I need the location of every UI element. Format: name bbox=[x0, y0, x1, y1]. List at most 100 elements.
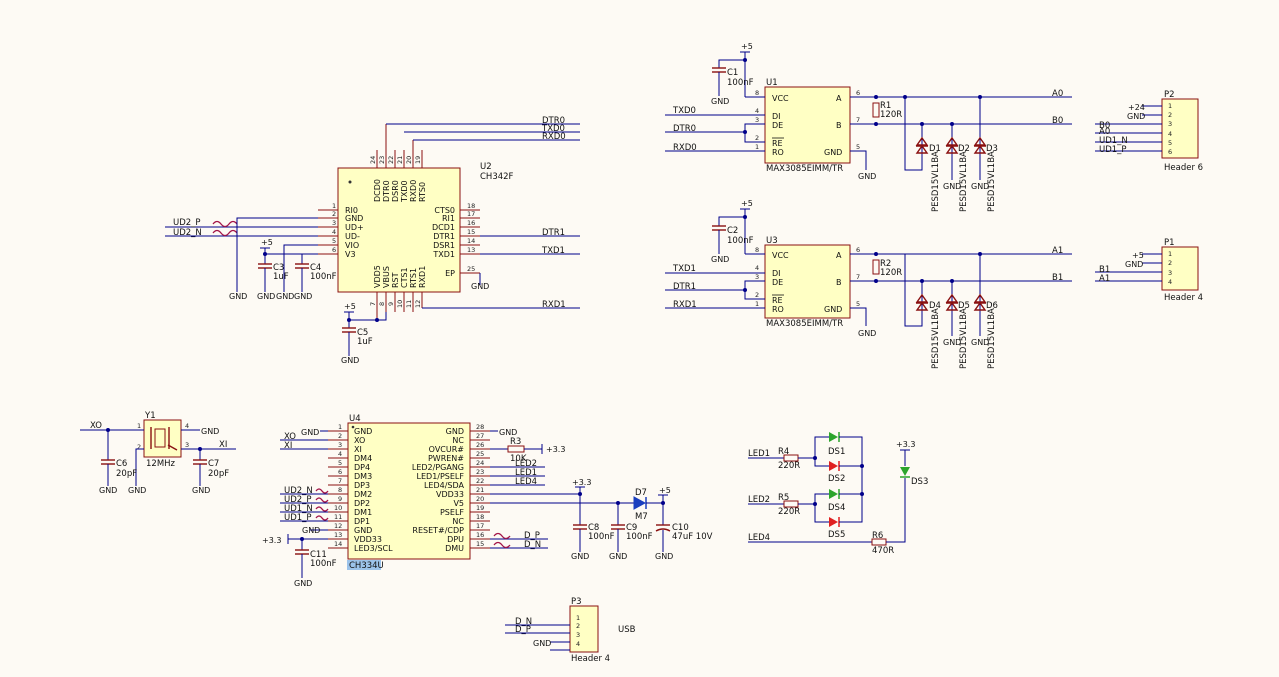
net-led4: LED4 bbox=[748, 533, 770, 543]
u4-pin-num: 15 bbox=[476, 540, 484, 548]
ic-u3-max3085[interactable]: U3 MAX3085EIMM/TR VCC DI DE RE RO A B GN… bbox=[755, 236, 860, 329]
u4-pin-name: NC bbox=[452, 517, 464, 526]
ds5-ref: DS5 bbox=[828, 530, 845, 540]
u2-pin-name: GND bbox=[345, 214, 363, 223]
header-p2[interactable]: P2 Header 6 1 2 3 4 5 6 +24 GND B0 A0 UD… bbox=[1095, 90, 1203, 173]
led-ds5 bbox=[829, 517, 838, 527]
net-ud1p: UD1_P bbox=[1099, 145, 1127, 155]
u4-pin-num: 1 bbox=[338, 423, 342, 431]
u1-pin-num: 8 bbox=[755, 89, 759, 97]
u4-pin-name: GND bbox=[354, 427, 372, 436]
u2-pin-num: 1 bbox=[332, 202, 336, 210]
ds4-ref: DS4 bbox=[828, 503, 845, 513]
u2-pin-name: TXD1 bbox=[432, 250, 455, 259]
p2-ref: P2 bbox=[1164, 90, 1175, 100]
svg-text:2: 2 bbox=[137, 443, 141, 451]
net-rxd0: RXD0 bbox=[542, 132, 566, 142]
u2-pin-num: 7 bbox=[369, 302, 377, 306]
u2-pin-num: 24 bbox=[369, 156, 377, 164]
u4-pin-name: LED4/SDA bbox=[424, 481, 465, 490]
gnd-label: GND bbox=[971, 182, 989, 191]
u3-part: MAX3085EIMM/TR bbox=[766, 319, 843, 329]
c6-val: 20pF bbox=[116, 469, 137, 479]
u2-pin-name: TXD0 bbox=[400, 180, 409, 203]
crystal-y1[interactable]: Y1 12MHz 1 2 4 3 bbox=[137, 411, 189, 469]
u4-pin-num: 23 bbox=[476, 468, 484, 476]
pwr-3v3: +3.3 bbox=[896, 440, 915, 449]
schematic-canvas: U2 CH342F 1 2 3 4 5 6 RI0 GND UD+ UD- VI… bbox=[80, 42, 1203, 664]
c2-ref: C2 bbox=[727, 226, 738, 236]
net-b1: B1 bbox=[1052, 273, 1063, 283]
u2-pin-num: 11 bbox=[405, 300, 413, 308]
net-dtr1: DTR1 bbox=[673, 282, 696, 292]
c10-val: 47uF 10V bbox=[672, 532, 713, 542]
u4-pin-name: DP2 bbox=[354, 499, 370, 508]
u2-pin-name: RXD0 bbox=[409, 180, 418, 202]
c2-val: 100nF bbox=[727, 236, 754, 246]
pwr-5v: +5 bbox=[741, 199, 753, 208]
net-xi: XI bbox=[219, 440, 227, 450]
gnd-label: GND bbox=[229, 292, 247, 301]
c8-val: 100nF bbox=[588, 532, 615, 542]
u2-pin-num: 23 bbox=[378, 156, 386, 164]
u1-pin-num: 2 bbox=[755, 134, 759, 142]
u4-pin-num: 18 bbox=[476, 513, 484, 521]
u1-pin-name: B bbox=[836, 121, 842, 130]
u2-pin-num: 13 bbox=[467, 246, 475, 254]
u3-pin-num: 1 bbox=[755, 300, 759, 308]
u2-pin-num: 22 bbox=[387, 156, 395, 164]
net-led2: LED2 bbox=[748, 495, 770, 505]
pwr-24v: +24 bbox=[1128, 103, 1145, 112]
u2-pin-name: DCD1 bbox=[432, 223, 455, 232]
u3-pin-name: GND bbox=[824, 305, 842, 314]
net-ud2p: UD2_P bbox=[173, 218, 201, 228]
u2-pin-num: 5 bbox=[332, 237, 336, 245]
p2-pin: 1 bbox=[1168, 102, 1172, 110]
net-dn: D_N bbox=[524, 540, 541, 550]
u4-pin-name: DM4 bbox=[354, 454, 372, 463]
r6-val: 470R bbox=[872, 546, 894, 556]
gnd-label: GND bbox=[1125, 260, 1143, 269]
u1-pin-num: 3 bbox=[755, 116, 759, 124]
u2-pin-num: 21 bbox=[396, 156, 404, 164]
u4-pin-num: 17 bbox=[476, 522, 484, 530]
ic-u4-ch334u[interactable]: U4 CH334U 1 2 3 4 5 6 7 8 9 10 11 12 13 … bbox=[328, 414, 490, 571]
u4-pin-name: PWREN# bbox=[428, 454, 464, 463]
net-dp: D_P bbox=[515, 625, 531, 635]
u4-pin-name: GND bbox=[354, 526, 372, 535]
u4-pin-num: 19 bbox=[476, 504, 484, 512]
net-xo: XO bbox=[90, 421, 102, 431]
u2-pin-num: 18 bbox=[467, 202, 475, 210]
u2-pin-num: 20 bbox=[405, 156, 413, 164]
u2-pin-num: 19 bbox=[414, 156, 422, 164]
u2-pin-name: V3 bbox=[345, 250, 356, 259]
u4-part: CH334U bbox=[349, 561, 384, 571]
gnd-label: GND bbox=[257, 292, 275, 301]
u1-pin-name: RO bbox=[772, 148, 784, 157]
d7-val: M7 bbox=[635, 512, 648, 522]
c6-ref: C6 bbox=[116, 459, 127, 469]
u2-pin-num: 6 bbox=[332, 246, 336, 254]
c1-val: 100nF bbox=[727, 78, 754, 88]
p2-pin: 5 bbox=[1168, 139, 1172, 147]
u1-pin-num: 7 bbox=[856, 116, 860, 124]
gnd-label: GND bbox=[192, 486, 210, 495]
ic-u1-max3085[interactable]: U1 MAX3085EIMM/TR VCC DI DE RE RO A B GN… bbox=[755, 78, 860, 174]
p3-label: Header 4 bbox=[571, 654, 610, 664]
net-xi: XI bbox=[284, 441, 292, 451]
u3-pin-num: 6 bbox=[856, 246, 860, 254]
net-ud2n: UD2_N bbox=[173, 228, 202, 238]
header-p1[interactable]: P1 Header 4 1 2 3 4 +5 GND B1 A1 bbox=[1095, 238, 1203, 303]
p3-pin: 4 bbox=[576, 640, 580, 648]
u2-pin-num: 2 bbox=[332, 210, 336, 218]
gnd-label: GND bbox=[858, 329, 876, 338]
r5-val: 220R bbox=[778, 507, 800, 517]
u1-pin-num: 6 bbox=[856, 89, 860, 97]
u4-pin-num: 27 bbox=[476, 432, 484, 440]
header-p3-usb[interactable]: P3 Header 4 1 2 3 4 D_N D_P GND USB bbox=[505, 597, 636, 664]
gnd-label: GND bbox=[128, 486, 146, 495]
u4-pin-num: 9 bbox=[338, 495, 342, 503]
svg-text:1: 1 bbox=[137, 422, 141, 430]
tvs-group-bottom: D4 PESD15VL1BA D5 PESD15VL1BA GND D6 PES… bbox=[904, 252, 998, 369]
u2-pin-num: 8 bbox=[378, 302, 386, 306]
